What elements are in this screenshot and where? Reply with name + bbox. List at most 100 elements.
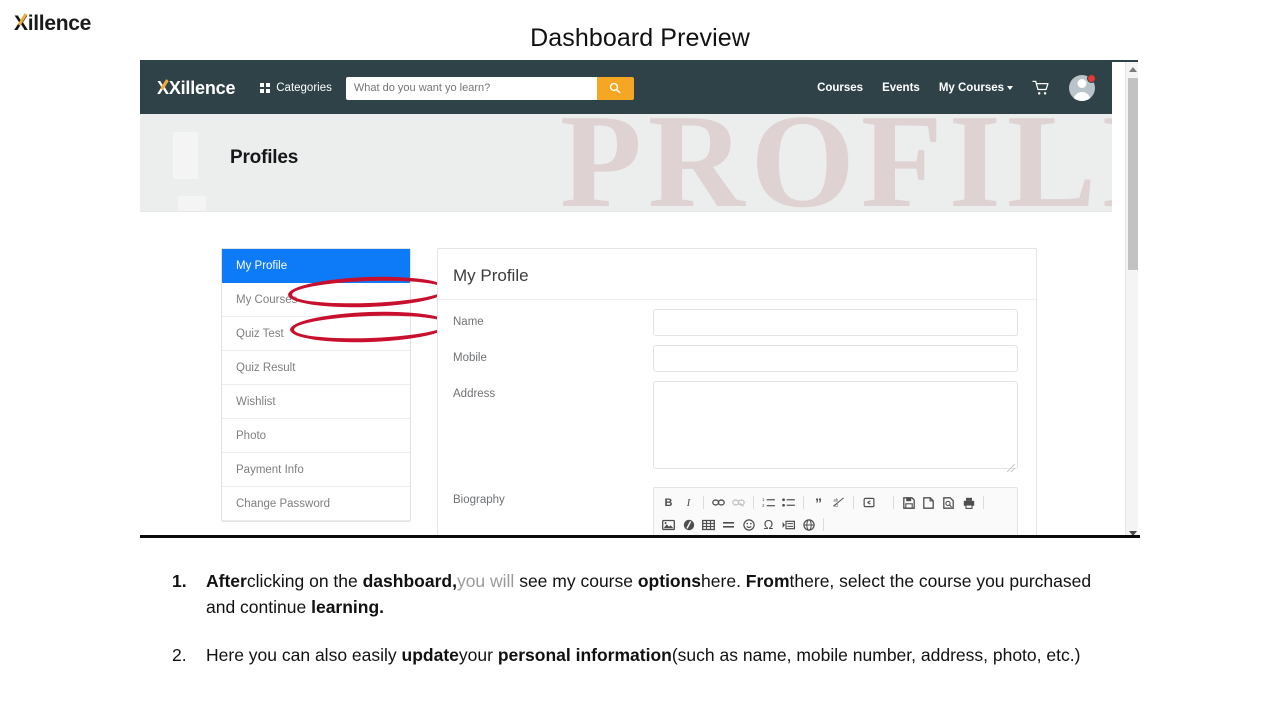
sidebar-item-my-profile[interactable]: My Profile xyxy=(222,249,410,283)
field-control-address xyxy=(653,381,1018,474)
textarea-resize-handle[interactable] xyxy=(1007,464,1015,472)
svg-text:1: 1 xyxy=(762,497,765,502)
embedded-browser-screenshot: XXillence Categories Courses Events My C… xyxy=(140,60,1138,538)
card-title: My Profile xyxy=(438,249,1036,300)
sidebar-item-quiz-test[interactable]: Quiz Test xyxy=(222,317,410,351)
table-icon[interactable] xyxy=(702,517,715,532)
nav-link-events[interactable]: Events xyxy=(882,82,920,94)
note-part: you will xyxy=(456,571,515,591)
notification-badge xyxy=(1087,74,1096,83)
new-page-glyph xyxy=(923,496,934,509)
special-character-icon[interactable]: Ω xyxy=(762,517,775,532)
vertical-scrollbar[interactable] xyxy=(1125,62,1138,538)
form-row-mobile: Mobile xyxy=(438,336,1036,372)
note-part: options xyxy=(637,571,702,591)
form-row-biography: Biography B I 1 2 ” ab cd Ω xyxy=(438,474,1036,538)
iframe-icon[interactable] xyxy=(802,517,815,532)
site-navbar: XXillence Categories Courses Events My C… xyxy=(140,62,1112,114)
sidebar-item-photo[interactable]: Photo xyxy=(222,419,410,453)
note-part: your xyxy=(458,645,498,665)
note-part: After xyxy=(206,571,247,591)
sidebar-item-label: Quiz Test xyxy=(236,327,284,340)
scroll-up-arrow-icon[interactable] xyxy=(1126,62,1138,76)
grid-icon xyxy=(260,83,271,93)
editor-toolbar-row-2: Ω xyxy=(662,515,1011,534)
sidebar-item-label: Quiz Result xyxy=(236,361,296,374)
rich-text-editor: B I 1 2 ” ab cd Ω xyxy=(653,487,1018,538)
page-title: Dashboard Preview xyxy=(530,24,750,52)
note-part: dashboard, xyxy=(362,571,457,591)
avatar-head-icon xyxy=(1077,79,1087,88)
blockquote-icon[interactable]: ” xyxy=(812,495,825,510)
italic-icon[interactable]: I xyxy=(682,495,695,510)
note-part: Here you can also easily xyxy=(206,645,402,665)
print-glyph xyxy=(963,497,974,509)
nav-link-my-courses[interactable]: My Courses xyxy=(939,82,1013,94)
horizontal-rule-icon[interactable] xyxy=(722,517,735,532)
navbar-logo[interactable]: XXillence xyxy=(157,78,235,99)
sidebar-item-payment-info[interactable]: Payment Info xyxy=(222,453,410,487)
save-glyph xyxy=(902,496,915,509)
address-textarea[interactable] xyxy=(653,381,1018,469)
preview-icon[interactable] xyxy=(942,495,955,510)
flash-icon[interactable] xyxy=(682,517,695,532)
note-part: learning. xyxy=(311,597,385,617)
form-row-address: Address xyxy=(438,372,1036,474)
sidebar-item-quiz-result[interactable]: Quiz Result xyxy=(222,351,410,385)
categories-button[interactable]: Categories xyxy=(260,82,332,94)
sidebar-item-my-courses[interactable]: My Courses xyxy=(222,283,410,317)
unlink-glyph xyxy=(732,499,745,507)
source-icon[interactable] xyxy=(862,495,875,510)
sidebar-item-label: Wishlist xyxy=(236,395,276,408)
search-input[interactable] xyxy=(345,76,597,100)
toolbar-divider xyxy=(853,496,854,509)
user-menu-button[interactable] xyxy=(1069,74,1096,101)
search-bar[interactable] xyxy=(345,76,634,100)
svg-text:ab: ab xyxy=(833,498,838,503)
hero-watermark-text: PROFILE xyxy=(560,114,1112,211)
dashboard-body: My Profile My Courses Quiz Test Quiz Res… xyxy=(140,212,1112,538)
bold-icon[interactable]: B xyxy=(662,495,675,510)
note-number: 2. xyxy=(172,645,187,665)
preview-glyph xyxy=(943,496,954,509)
new-page-icon[interactable] xyxy=(922,495,935,510)
link-icon[interactable] xyxy=(712,495,725,510)
unlink-icon xyxy=(732,495,745,510)
scrollbar-thumb[interactable] xyxy=(1128,78,1138,270)
sidebar-item-label: Photo xyxy=(236,429,267,442)
note-part: here. xyxy=(701,571,746,591)
flash-glyph xyxy=(683,519,694,530)
mobile-input[interactable] xyxy=(653,345,1018,372)
print-icon[interactable] xyxy=(962,495,975,510)
remove-format-icon[interactable]: ab cd xyxy=(832,495,845,510)
name-input[interactable] xyxy=(653,309,1018,336)
smiley-icon[interactable] xyxy=(742,517,755,532)
image-icon[interactable] xyxy=(662,517,675,532)
editor-toolbar-row-1: B I 1 2 ” ab cd xyxy=(662,493,1011,512)
numbered-list-icon[interactable]: 1 2 xyxy=(762,495,775,510)
field-control-mobile xyxy=(653,345,1018,372)
smiley-glyph xyxy=(742,518,755,531)
navbar-right-group: Courses Events My Courses xyxy=(817,74,1112,101)
my-profile-card: My Profile Name Mobile Address Biography… xyxy=(437,248,1037,538)
note-text-1: Afterclicking on the dashboard,you will … xyxy=(206,568,1092,620)
toolbar-divider xyxy=(753,496,754,509)
hero-title: Profiles xyxy=(230,147,299,168)
sidebar-item-change-password[interactable]: Change Password xyxy=(222,487,410,521)
sidebar-item-wishlist[interactable]: Wishlist xyxy=(222,385,410,419)
slide-divider-rule xyxy=(140,535,1140,538)
nav-link-courses[interactable]: Courses xyxy=(817,82,863,94)
iframe-glyph xyxy=(802,518,815,531)
hero-decoration-block-2 xyxy=(178,196,206,211)
hero-decoration-block-1 xyxy=(173,132,198,179)
chevron-down-icon xyxy=(1007,85,1013,90)
search-button[interactable] xyxy=(596,76,634,100)
sidebar-item-label: Change Password xyxy=(236,497,330,510)
bulleted-list-icon[interactable] xyxy=(782,495,795,510)
save-icon[interactable] xyxy=(902,495,915,510)
page-break-icon[interactable] xyxy=(782,517,795,532)
field-label-biography: Biography xyxy=(453,494,505,506)
cart-button[interactable] xyxy=(1032,80,1050,96)
nav-link-my-courses-label: My Courses xyxy=(938,82,1004,94)
toolbar-divider xyxy=(983,496,984,509)
